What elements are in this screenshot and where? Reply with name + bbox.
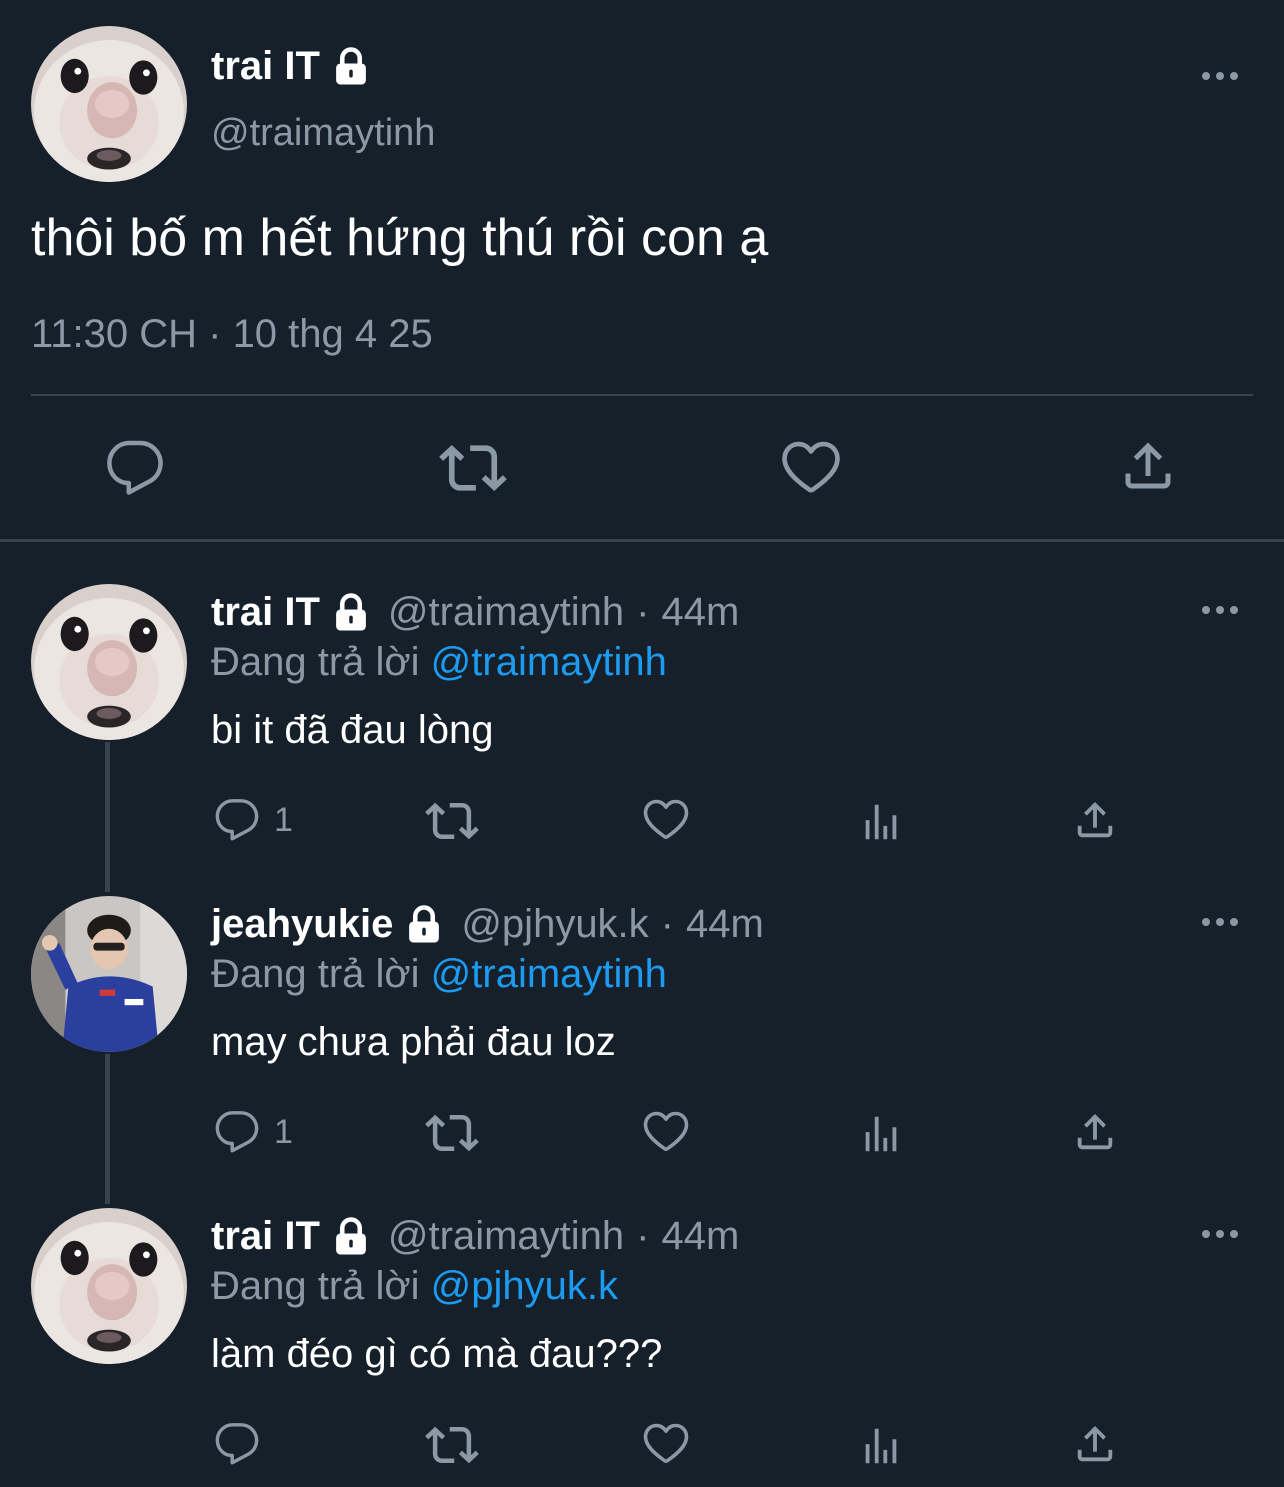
like-icon[interactable] xyxy=(780,437,842,499)
user-handle[interactable]: @traimaytinh xyxy=(388,1214,624,1259)
more-options-icon[interactable] xyxy=(1200,1224,1240,1244)
reply-button[interactable] xyxy=(214,1421,274,1467)
display-name-text: trai IT xyxy=(211,44,320,88)
mention-link[interactable]: @pjhyuk.k xyxy=(431,1264,618,1308)
tweet-text: thôi bố m hết hứng thú rồi con ạ xyxy=(31,209,769,267)
reply-icon xyxy=(214,1421,260,1467)
separator: · xyxy=(636,590,650,634)
retweet-icon[interactable] xyxy=(425,1418,479,1472)
avatar[interactable] xyxy=(31,896,187,1052)
reply-header: trai IT @traimaytinh · 44m xyxy=(211,1214,739,1259)
like-icon[interactable] xyxy=(642,1108,690,1156)
reply-count: 1 xyxy=(274,800,293,839)
divider xyxy=(0,539,1284,542)
retweet-icon[interactable] xyxy=(425,794,479,848)
reply-button[interactable]: 1 xyxy=(214,1109,293,1155)
retweet-icon[interactable] xyxy=(425,1106,479,1160)
retweet-icon[interactable] xyxy=(439,434,507,502)
reply-icon xyxy=(214,797,260,843)
replying-label: Đang trả lời xyxy=(211,640,420,684)
like-icon[interactable] xyxy=(642,796,690,844)
thread-line xyxy=(105,1054,110,1204)
reply-header: trai IT @traimaytinh · 44m xyxy=(211,590,739,635)
reply-header: jeahyukie @pjhyuk.k · 44m xyxy=(211,902,764,947)
user-handle[interactable]: @traimaytinh xyxy=(211,112,435,155)
more-options-icon[interactable] xyxy=(1200,912,1240,932)
reply-text: bi it đã đau lòng xyxy=(211,708,494,752)
divider xyxy=(31,394,1253,396)
tweet-timestamp[interactable]: 11:30 CH · 10 thg 4 25 xyxy=(31,312,433,357)
like-icon[interactable] xyxy=(642,1420,690,1468)
separator: · xyxy=(636,1214,650,1258)
display-name[interactable]: trai IT xyxy=(211,590,320,635)
share-icon[interactable] xyxy=(1072,1109,1118,1155)
more-options-icon[interactable] xyxy=(1200,600,1240,620)
thread-line xyxy=(105,742,110,892)
avatar[interactable] xyxy=(31,26,187,182)
avatar[interactable] xyxy=(31,1208,187,1364)
views-icon[interactable] xyxy=(858,799,904,845)
reply-text: làm đéo gì có mà đau??? xyxy=(211,1332,663,1376)
user-handle[interactable]: @traimaytinh xyxy=(388,590,624,635)
replying-label: Đang trả lời xyxy=(211,1264,420,1308)
reply-count: 1 xyxy=(274,1112,293,1151)
views-icon[interactable] xyxy=(858,1111,904,1157)
separator: · xyxy=(660,902,674,946)
reply-time[interactable]: 44m xyxy=(661,1214,739,1259)
lock-icon xyxy=(403,904,445,946)
avatar[interactable] xyxy=(31,584,187,740)
reply-icon[interactable] xyxy=(105,438,165,498)
display-name[interactable]: jeahyukie xyxy=(211,902,393,947)
replying-to: Đang trả lời @traimaytinh xyxy=(211,952,667,997)
reply-time[interactable]: 44m xyxy=(686,902,764,947)
replying-to: Đang trả lời @pjhyuk.k xyxy=(211,1264,618,1309)
share-icon[interactable] xyxy=(1118,436,1178,496)
views-icon[interactable] xyxy=(858,1423,904,1469)
lock-icon xyxy=(330,1216,372,1258)
replying-label: Đang trả lời xyxy=(211,952,420,996)
display-name[interactable]: trai IT xyxy=(211,44,372,89)
reply-icon xyxy=(214,1109,260,1155)
more-options-icon[interactable] xyxy=(1200,66,1240,86)
user-handle[interactable]: @pjhyuk.k xyxy=(461,902,648,947)
replying-to: Đang trả lời @traimaytinh xyxy=(211,640,667,685)
reply-text: may chưa phải đau loz xyxy=(211,1020,616,1064)
reply-time[interactable]: 44m xyxy=(661,590,739,635)
mention-link[interactable]: @traimaytinh xyxy=(431,952,667,996)
share-icon[interactable] xyxy=(1072,1421,1118,1467)
mention-link[interactable]: @traimaytinh xyxy=(431,640,667,684)
lock-icon xyxy=(330,46,372,88)
reply-button[interactable]: 1 xyxy=(214,797,293,843)
display-name[interactable]: trai IT xyxy=(211,1214,320,1259)
share-icon[interactable] xyxy=(1072,797,1118,843)
lock-icon xyxy=(330,592,372,634)
